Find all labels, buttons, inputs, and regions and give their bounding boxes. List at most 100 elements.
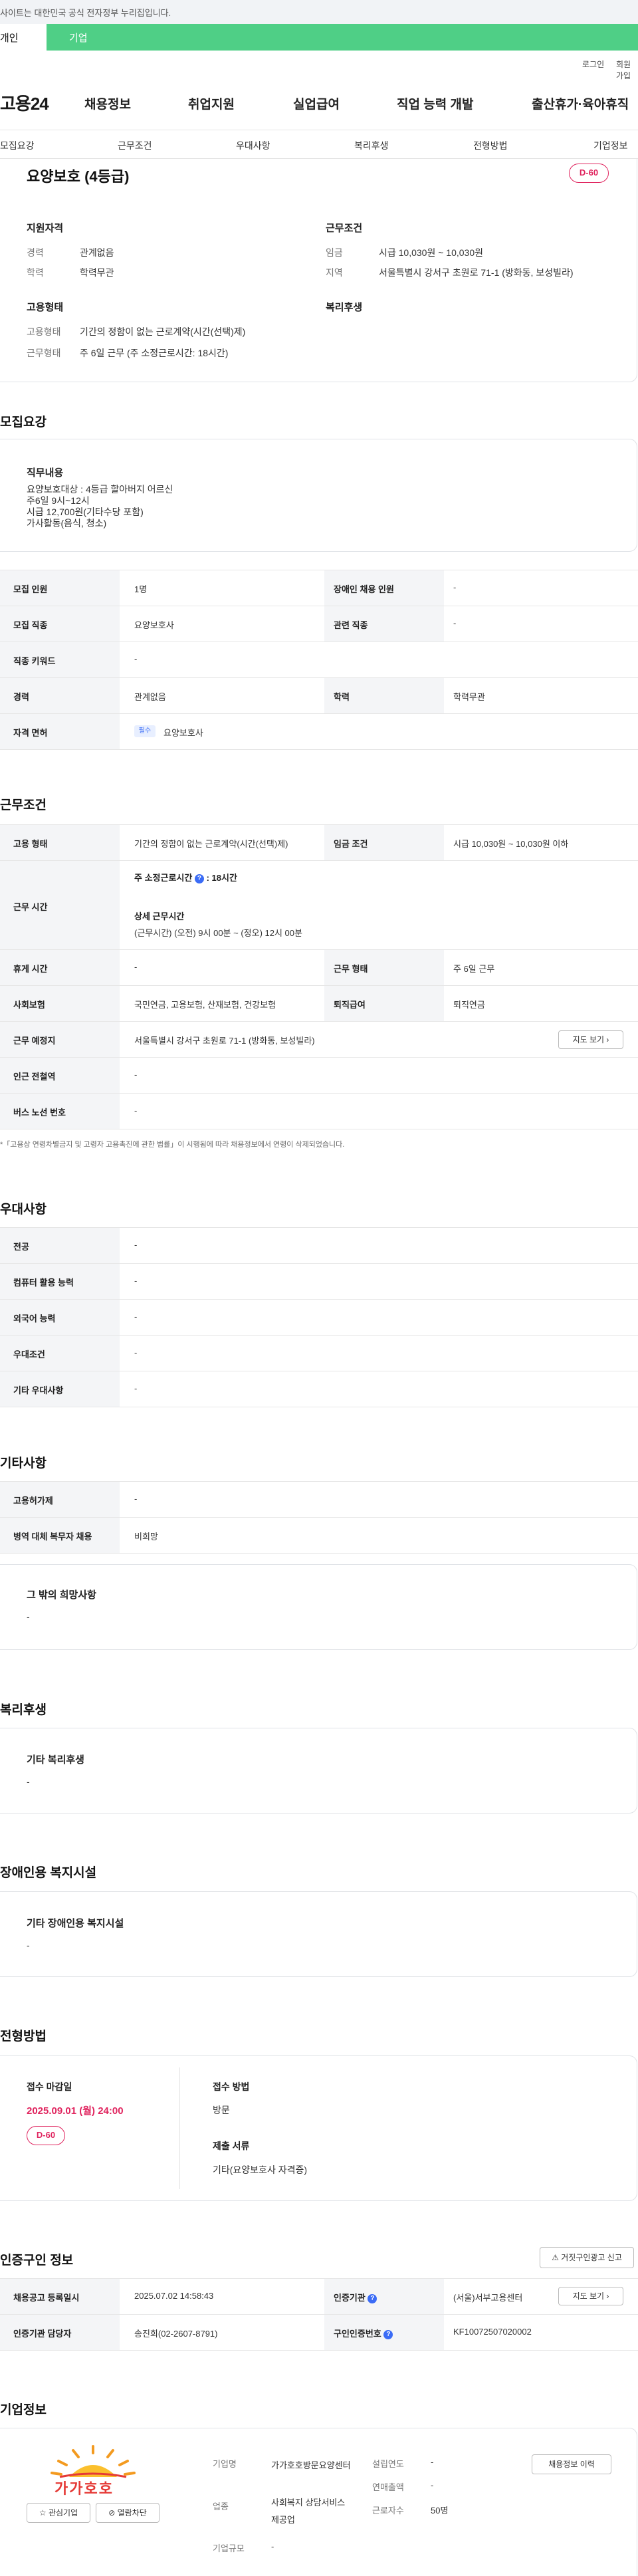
detail-hours-label: 상세 근무시간 [134,911,185,921]
section-nav-pref[interactable]: 우대사항 [236,139,270,152]
td-subway: - [134,1070,138,1080]
gnb-unemployment-benefit[interactable]: 실업급여 [293,94,340,112]
gov-notice: 사이트는 대한민국 공식 전자정부 누리집입니다. [0,8,171,18]
gnb-employment-support[interactable]: 취업지원 [188,94,235,112]
gnb-jobs[interactable]: 채용정보 [84,94,131,112]
th-subway: 인근 전철역 [13,1072,56,1082]
th-career: 경력 [13,692,29,702]
disabled-card [0,1891,637,1977]
section-nav-company[interactable]: 기업정보 [593,139,628,152]
emp-value: 기간의 정함이 없는 근로계약(시간(선택)제) [80,326,246,337]
td-military: 비희망 [134,1532,158,1542]
section-nav-selection[interactable]: 전형방법 [473,139,508,152]
td-headcount: 1명 [134,584,148,594]
emp-title: 고용형태 [27,302,64,313]
th-cert-no: 구인인증번호 ? [334,2327,393,2339]
job-title: 요양보호 (4등급) [27,168,130,185]
loc-value: 서울특별시 강서구 초원로 71-1 (방화동, 보성빌라) [379,267,574,278]
td-computer: - [134,1276,138,1286]
disabled-section-title: 장애인용 복지시설 [0,1866,97,1880]
industry-label: 업종 [213,2502,229,2512]
td-career: 관계없음 [134,692,166,702]
login-link[interactable]: 로그인 [582,59,604,70]
wage-value: 시급 10,030원 ~ 10,030원 [379,247,484,258]
info-icon[interactable]: ? [368,2293,377,2303]
selection-card [0,2055,637,2201]
th-workplace: 근무 예정지 [13,1036,56,1046]
th-cert-manager: 인증기관 담당자 [13,2329,72,2339]
company-section-title: 기업정보 [0,2403,47,2417]
th-job: 모집 직종 [13,620,48,630]
founded-value: - [431,2457,434,2467]
deadline-value: 2025.09.01 (월) 24:00 [27,2105,124,2117]
td-major: - [134,1240,138,1250]
sales-label: 연매출액 [372,2482,404,2492]
th-insurance: 사회보험 [13,1000,45,1010]
pref-section-title: 우대사항 [0,1203,47,1217]
map-button[interactable]: 지도 보기 › [558,1030,623,1049]
td-disabled-headcount: - [453,582,457,592]
td-language: - [134,1312,138,1322]
weekly-hours-value: : 18시간 [206,873,237,883]
th-major: 전공 [13,1242,29,1252]
tab-person[interactable]: 개인 [0,24,47,51]
welfare-card [0,1728,637,1814]
site-logo[interactable]: 고용24 [0,90,49,115]
td-job: 요양보호사 [134,620,174,630]
required-chip: 필수 [134,725,156,737]
join-link[interactable]: 회원가입 [616,59,638,81]
chevron-right-icon: › [606,2291,609,2301]
gnb-vocational-training[interactable]: 직업 능력 개발 [397,94,473,112]
cert-map-button[interactable]: 지도 보기 › [558,2287,623,2305]
welfare-box-value: - [27,1776,30,1787]
hiring-history-button[interactable]: 채용정보 이력 [532,2454,611,2474]
td-cert-no: KF10072507020002 [453,2327,532,2337]
industry-value: 사회복지 상담서비스 제공업 [271,2498,346,2525]
emp-label: 고용형태 [27,326,61,337]
employees-label: 근로자수 [372,2506,404,2516]
dday-badge: D-60 [569,164,609,183]
alert-icon: ⚠ [552,2253,559,2262]
td-related-job: - [453,618,457,628]
age-notice: *「고용상 연령차별금지 및 고령자 고용촉진에 관한 법률」이 시행됨에 따라… [0,1141,345,1149]
block-company-button[interactable]: ⊘ 열람차단 [96,2503,160,2523]
td-cert-manager: 송진희(02-2607-8791) [134,2329,218,2339]
th-license: 자격 면허 [13,728,48,738]
section-nav-recruit[interactable]: 모집요강 [0,139,35,152]
td-cert-org: (서울)서부고용센터 [453,2293,523,2303]
th-work-form: 근무 형태 [334,964,368,974]
td-pref-cond: - [134,1347,138,1357]
th-disabled-headcount: 장애인 채용 인원 [334,584,394,594]
edu-label: 학력 [27,267,44,278]
cond-title: 근무조건 [326,223,363,234]
company-name-value: 가가호호방문요양센터 [271,2460,351,2470]
method-value: 방문 [213,2105,230,2115]
wage-label: 임금 [326,247,343,258]
th-related-job: 관련 직종 [334,620,368,630]
detail-hours-value: (근무시간) (오전) 9시 00분 ~ (정오) 12시 00분 [134,928,302,938]
th-permit: 고용허가제 [13,1496,53,1506]
welfare-box-title: 기타 복리후생 [27,1754,84,1766]
td-emp-type: 기간의 정함이 없는 근로계약(시간(선택)제) [134,839,288,849]
etc-section-title: 기타사항 [0,1457,47,1470]
fav-company-button[interactable]: ☆ 관심기업 [27,2503,90,2523]
info-icon[interactable]: ? [194,874,204,883]
td-job-keyword: - [134,654,138,664]
tab-corp[interactable]: 기업 [69,31,88,45]
th-military: 병역 대체 복무자 채용 [13,1532,92,1542]
method-label: 접수 방법 [213,2081,250,2092]
td-severance: 퇴직연금 [453,1000,485,1010]
th-cert-org: 인증기관 ? [334,2291,377,2303]
hope-title: 그 밖의 희망사항 [27,1589,96,1601]
th-bus: 버스 노선 번호 [13,1108,66,1117]
company-name-label: 기업명 [213,2459,237,2469]
section-nav-work[interactable]: 근무조건 [118,139,152,152]
info-icon[interactable]: ? [383,2329,393,2339]
career-label: 경력 [27,247,44,258]
report-fake-ad-button[interactable]: ⚠ 거짓구인광고 신고 [540,2247,634,2268]
td-license: 요양보호사 [163,728,203,738]
section-nav-welfare[interactable]: 복리후생 [354,139,389,152]
th-edu: 학력 [334,692,350,702]
employees-value: 50명 [431,2506,449,2516]
gnb-parental-leave[interactable]: 출산휴가·육아휴직 [532,94,629,112]
